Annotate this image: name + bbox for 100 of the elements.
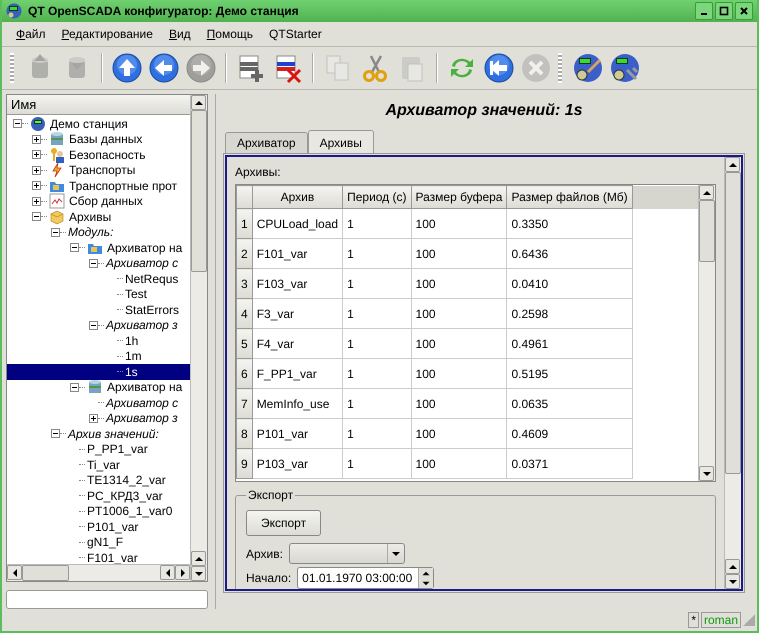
tree-item[interactable]: Архив значений:	[7, 426, 190, 442]
tree-item[interactable]: Архиватор з	[7, 410, 190, 426]
collapse-icon[interactable]	[70, 243, 79, 252]
menu-item[interactable]: QTStarter	[261, 27, 330, 41]
expand-icon[interactable]	[32, 181, 41, 190]
vertical-scrollbar[interactable]	[698, 185, 715, 481]
maximize-button[interactable]	[715, 2, 733, 20]
expand-icon[interactable]	[32, 196, 41, 206]
archive-dropdown[interactable]	[288, 543, 405, 564]
minimize-icon	[701, 13, 707, 15]
tree-item[interactable]: PT1006_1_var0	[7, 504, 190, 519]
column-header[interactable]: Период (c)	[342, 186, 412, 208]
column-header[interactable]: Размер файлов (Мб)	[506, 186, 632, 208]
export-button[interactable]: Экспорт	[246, 510, 322, 536]
collapse-icon[interactable]	[89, 320, 98, 330]
scroll-thumb[interactable]	[725, 172, 741, 474]
tree-item[interactable]: P101_var	[7, 519, 190, 534]
date-field[interactable]: 01.01.1970 03:00:00	[297, 567, 434, 589]
minimize-button[interactable]	[695, 2, 713, 20]
menu-item[interactable]: Редактирование	[54, 27, 161, 41]
scroll-up-button[interactable]	[699, 185, 714, 200]
tree-item[interactable]: Сбор данных	[7, 194, 190, 209]
row-header[interactable]: 8	[236, 418, 252, 448]
tree-item[interactable]: Транспортные прот	[7, 178, 190, 194]
tree-item[interactable]: Архиватор с	[7, 256, 190, 271]
row-header[interactable]: 4	[236, 298, 252, 328]
tree-item[interactable]: Демо станция	[7, 116, 190, 132]
toolbar-handle[interactable]	[10, 53, 14, 83]
close-button[interactable]	[735, 2, 753, 20]
menu-item[interactable]: Вид	[160, 27, 199, 41]
collapse-icon[interactable]	[89, 258, 98, 268]
expand-icon[interactable]	[32, 150, 41, 160]
back-icon[interactable]	[482, 51, 516, 85]
collapse-icon[interactable]	[70, 382, 79, 392]
station-edit-icon[interactable]	[571, 51, 605, 85]
tree-item[interactable]: Транспорты	[7, 162, 190, 178]
column-header[interactable]: Имя	[7, 95, 190, 115]
tree-item[interactable]: Базы данных	[7, 132, 190, 147]
scroll-down-button[interactable]	[191, 566, 206, 581]
row-header[interactable]: 6	[236, 358, 252, 388]
tab[interactable]: Архивы	[308, 130, 374, 153]
tree-item[interactable]: Архиватор на	[7, 240, 190, 256]
scroll-up-button[interactable]	[725, 157, 740, 172]
spin-up-icon[interactable]	[422, 570, 430, 576]
row-header[interactable]: 5	[236, 328, 252, 358]
text-field[interactable]	[6, 590, 208, 609]
spin-down-icon[interactable]	[422, 580, 430, 586]
tree-item[interactable]: Архиватор з	[7, 318, 190, 333]
collapse-icon[interactable]	[51, 429, 60, 438]
vertical-scrollbar[interactable]	[190, 95, 207, 581]
scroll-up-button[interactable]	[191, 95, 206, 110]
tree-item[interactable]: F101_var	[7, 550, 190, 564]
expand-icon[interactable]	[32, 134, 41, 144]
scroll-left-button[interactable]	[160, 565, 175, 580]
row-header[interactable]: 7	[236, 388, 252, 418]
scroll-thumb[interactable]	[699, 200, 715, 262]
scroll-right-button[interactable]	[175, 565, 190, 580]
vertical-scrollbar[interactable]	[724, 157, 741, 589]
tree-item[interactable]: P_PP1_var	[7, 442, 190, 457]
tree-item[interactable]: 1m	[7, 348, 190, 364]
column-header[interactable]: Архив	[252, 186, 343, 208]
scroll-down-button[interactable]	[725, 574, 740, 589]
resize-grip[interactable]	[743, 614, 755, 626]
tree-item[interactable]: PC_КРД3_var	[7, 488, 190, 504]
row-header[interactable]: 3	[236, 268, 252, 298]
tree-item[interactable]: StatErrors	[7, 302, 190, 318]
scroll-down-button[interactable]	[699, 466, 714, 481]
menu-item[interactable]: Файл	[8, 27, 54, 41]
scroll-thumb[interactable]	[22, 565, 69, 581]
tab[interactable]: Архиватор	[225, 132, 308, 153]
station-tools-icon[interactable]	[608, 51, 642, 85]
tree-item[interactable]: NetRequs	[7, 271, 190, 286]
tree-item[interactable]: Модуль:	[7, 224, 190, 240]
down-arrow-icon	[728, 578, 736, 586]
row-header[interactable]: 1	[236, 208, 252, 238]
tree-item[interactable]: gN1_F	[7, 534, 190, 550]
tree-item[interactable]: 1h	[7, 333, 190, 348]
collapse-icon[interactable]	[13, 119, 22, 128]
expand-icon[interactable]	[32, 166, 41, 175]
column-header[interactable]: Размер буфера	[411, 186, 507, 208]
tree-item[interactable]: TE1314_2_var	[7, 472, 190, 488]
scroll-up-button[interactable]	[191, 551, 206, 566]
tree-item[interactable]: Test	[7, 286, 190, 302]
tree-item[interactable]: Архиватор на	[7, 380, 190, 395]
scroll-thumb[interactable]	[191, 110, 207, 272]
scroll-up-button[interactable]	[725, 559, 740, 574]
tree-item[interactable]: 1s	[7, 364, 190, 380]
tree-item[interactable]: Ti_var	[7, 457, 190, 472]
expand-icon[interactable]	[89, 414, 98, 423]
scroll-left-button[interactable]	[7, 565, 22, 580]
collapse-icon[interactable]	[51, 228, 60, 237]
tree-item[interactable]: Архиватор с	[7, 395, 190, 410]
tree-item[interactable]: Архивы	[7, 209, 190, 224]
collapse-icon[interactable]	[32, 212, 41, 222]
row-header[interactable]: 2	[236, 238, 252, 268]
menu-item[interactable]: Помощь	[198, 27, 262, 41]
row-header[interactable]: 9	[236, 448, 252, 478]
toolbar-handle[interactable]	[558, 53, 562, 83]
horizontal-scrollbar[interactable]	[7, 564, 190, 581]
tree-item[interactable]: Безопасность	[7, 147, 190, 162]
